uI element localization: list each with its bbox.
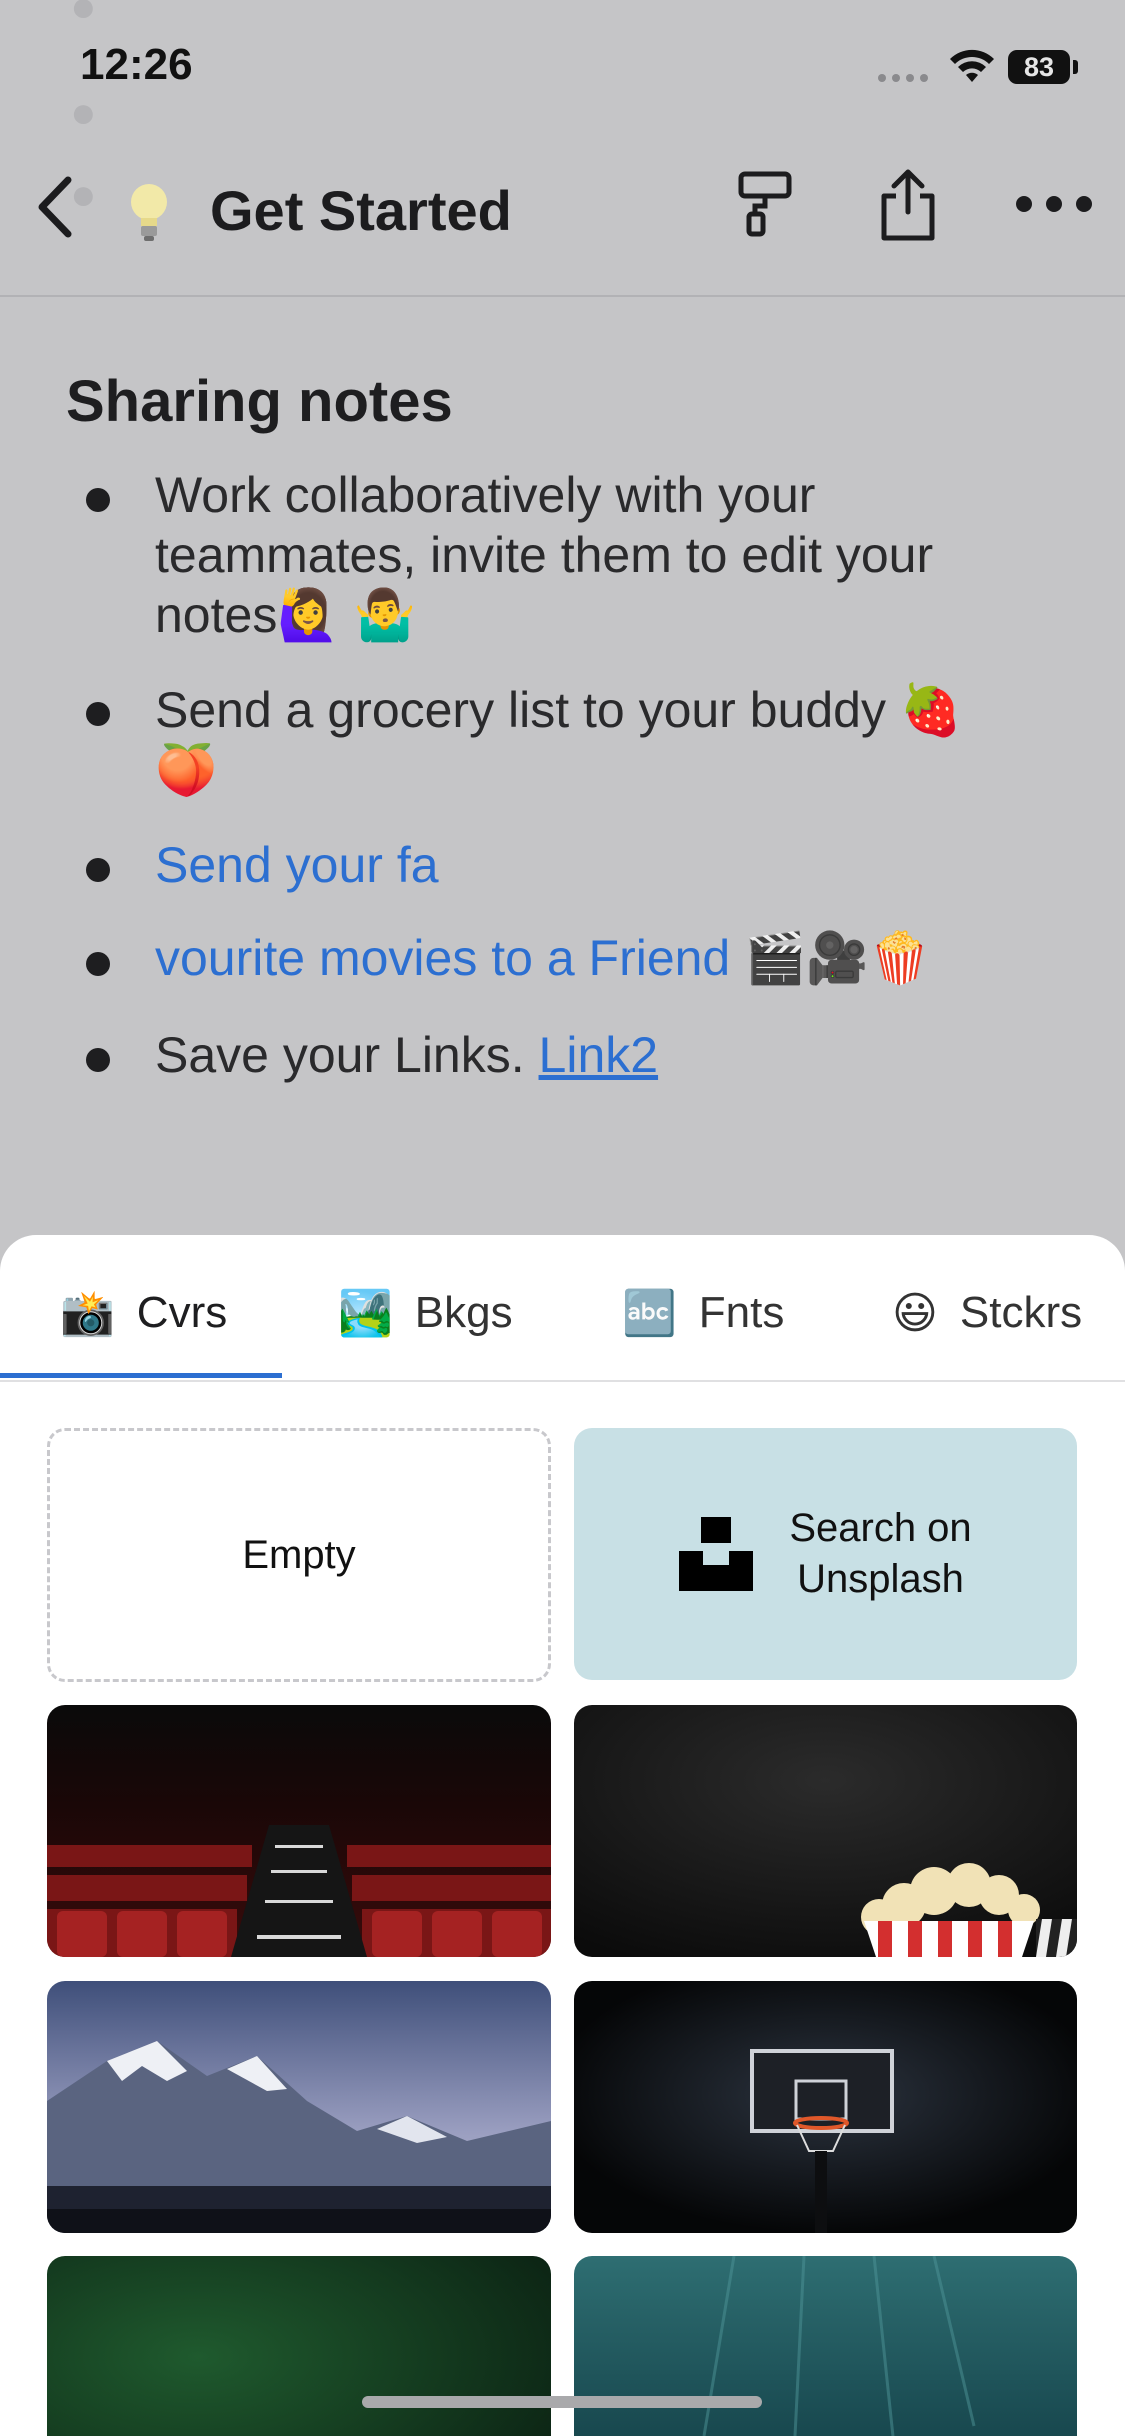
unsplash-logo-icon xyxy=(679,1517,754,1591)
home-indicator[interactable] xyxy=(362,2396,762,2408)
tab-covers[interactable]: 📸 Cvrs xyxy=(60,1283,227,1343)
bullet-dot xyxy=(86,952,110,976)
battery-tip xyxy=(1073,60,1078,74)
list-item: Work collaboratively with your teammates… xyxy=(155,467,934,643)
cover-image-basketball[interactable] xyxy=(574,1981,1077,2233)
battery-indicator: 83 xyxy=(1008,50,1070,84)
cinema-image xyxy=(47,1705,551,1957)
signal-dots-icon xyxy=(878,74,928,82)
bullet-dot xyxy=(86,702,110,726)
tab-stickers[interactable]: 😃 Stckrs xyxy=(892,1283,1082,1343)
chevron-left-icon[interactable] xyxy=(30,172,80,242)
tab-label: Fnts xyxy=(698,1288,785,1337)
camera-flash-icon: 📸 xyxy=(60,1289,115,1338)
empty-label: Empty xyxy=(242,1532,356,1577)
unsplash-label: Search on Unsplash xyxy=(789,1506,972,1601)
ellipsis-icon[interactable] xyxy=(1012,192,1096,216)
cover-image-cinema-seats[interactable] xyxy=(47,1705,551,1957)
unsplash-search-button[interactable]: Search on Unsplash xyxy=(574,1428,1077,1680)
popcorn-image xyxy=(574,1705,1077,1957)
cover-image-popcorn[interactable] xyxy=(574,1705,1077,1957)
cover-image-green[interactable] xyxy=(47,2256,551,2436)
paint-roller-icon[interactable] xyxy=(733,168,797,238)
share-icon[interactable] xyxy=(876,168,940,244)
tab-label: Cvrs xyxy=(136,1288,228,1337)
lightbulb-icon xyxy=(131,184,167,241)
note-heading: Sharing notes xyxy=(66,369,453,434)
wifi-icon xyxy=(950,49,994,82)
empty-cover-option[interactable]: Empty xyxy=(47,1428,551,1682)
cover-image-underwater[interactable] xyxy=(574,2256,1077,2436)
bullet-dot xyxy=(86,858,110,882)
tab-label: Stckrs xyxy=(959,1288,1082,1337)
tab-label: Bkgs xyxy=(414,1288,513,1337)
link2[interactable]: Link2 xyxy=(539,1027,659,1083)
list-item: Save your Links. Link2 xyxy=(155,1027,659,1083)
tab-backgrounds[interactable]: 🏞️ Bkgs xyxy=(338,1283,513,1343)
basketball-hoop-image xyxy=(574,1981,1077,2233)
underwater-image xyxy=(574,2256,1077,2436)
list-item: Send a grocery list to your buddy 🍓 🍑 xyxy=(155,682,963,798)
selected-tab-indicator xyxy=(0,1373,282,1378)
customization-sheet: 📸 Cvrs 🏞️ Bkgs 🔤 Fnts 😃 Stckrs Empty Sea… xyxy=(0,1235,1125,2436)
cover-image-mountains[interactable] xyxy=(47,1981,551,2233)
background-note-app: ● ● ● 12:26 83 Get Started Sharing notes… xyxy=(0,0,1125,1300)
status-bar: 12:26 83 xyxy=(0,0,1125,120)
list-item-link[interactable]: vourite movies to a Friend 🎬🎥🍿 xyxy=(155,928,931,988)
bullet-dot xyxy=(86,1048,110,1072)
landscape-icon: 🏞️ xyxy=(338,1289,393,1338)
abc-icon: 🔤 xyxy=(622,1289,677,1338)
page-title: Get Started xyxy=(210,179,512,242)
tab-bar: 📸 Cvrs 🏞️ Bkgs 🔤 Fnts 😃 Stckrs xyxy=(0,1235,1125,1382)
mountains-image xyxy=(47,1981,551,2233)
bullet-dot xyxy=(86,488,110,512)
navigation-bar: Get Started xyxy=(0,150,1125,297)
list-item-link[interactable]: Send your fa xyxy=(155,835,439,895)
status-time: 12:26 xyxy=(80,40,193,89)
smiley-icon: 😃 xyxy=(892,1288,938,1338)
green-gradient-image xyxy=(47,2256,551,2436)
tab-fonts[interactable]: 🔤 Fnts xyxy=(622,1283,784,1343)
